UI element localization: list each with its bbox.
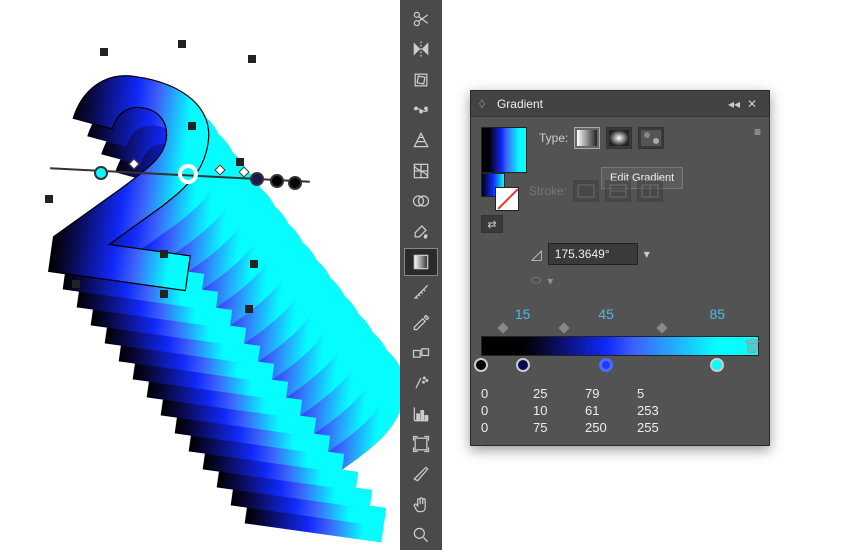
rgb-value: 79 xyxy=(585,386,619,401)
selection-handle[interactable] xyxy=(248,55,256,63)
angle-input[interactable] xyxy=(548,243,638,265)
rgb-value: 255 xyxy=(637,420,671,435)
toolbar xyxy=(400,0,442,550)
gradient-midpoint[interactable] xyxy=(656,322,667,333)
gradient-end[interactable] xyxy=(288,176,302,190)
selection-handle[interactable] xyxy=(72,280,80,288)
measure-tool[interactable] xyxy=(404,278,438,306)
zoom-tool[interactable] xyxy=(404,521,438,549)
fill-stroke-swatches[interactable] xyxy=(481,173,521,209)
freeform-gradient-button[interactable] xyxy=(638,127,664,149)
reverse-gradient-button[interactable]: ⇄ xyxy=(481,215,503,233)
stop-position-label: 85 xyxy=(710,306,726,322)
scissors-tool[interactable] xyxy=(404,5,438,33)
blend-tool[interactable] xyxy=(404,339,438,367)
gradient-slider[interactable]: 15 45 85 🗑 0 0 0 xyxy=(481,306,759,435)
gradient-stop[interactable] xyxy=(250,172,264,186)
gradient-stop[interactable] xyxy=(474,358,488,372)
delete-stop-button[interactable]: 🗑 xyxy=(743,338,761,355)
rgb-value: 0 xyxy=(481,386,515,401)
stroke-along-button xyxy=(605,180,631,202)
slice-tool[interactable] xyxy=(404,460,438,488)
stop-position-label: 15 xyxy=(515,306,531,322)
hand-tool[interactable] xyxy=(404,490,438,518)
gradient-stop[interactable] xyxy=(710,358,724,372)
panel-menu-button[interactable]: ≡ xyxy=(754,125,761,139)
mesh-tool[interactable] xyxy=(404,157,438,185)
column-graph-tool[interactable] xyxy=(404,399,438,427)
symbol-sprayer-tool[interactable] xyxy=(404,369,438,397)
aspect-dropdown: ▾ xyxy=(547,274,553,288)
gradient-stop[interactable] xyxy=(516,358,530,372)
stroke-label: Stroke: xyxy=(529,184,567,198)
linear-gradient-button[interactable] xyxy=(574,127,600,149)
stroke-within-button xyxy=(573,180,599,202)
free-transform-tool[interactable] xyxy=(404,66,438,94)
selection-handle[interactable] xyxy=(178,40,186,48)
rgb-value: 25 xyxy=(533,386,567,401)
canvas[interactable] xyxy=(0,0,400,550)
gradient-ramp[interactable] xyxy=(481,336,759,356)
selection-handle[interactable] xyxy=(100,48,108,56)
artwork-3d-number xyxy=(20,30,400,550)
gradient-midpoint[interactable] xyxy=(498,322,509,333)
panel-title: Gradient xyxy=(489,97,551,111)
gradient-panel: ◊ Gradient ◂◂ ✕ ≡ Type: Edit Gradient xyxy=(470,90,770,446)
selection-handle[interactable] xyxy=(245,305,253,313)
rgb-value: 75 xyxy=(533,420,567,435)
gradient-midpoint[interactable] xyxy=(559,322,570,333)
gradient-stop[interactable] xyxy=(270,174,284,188)
rgb-value: 10 xyxy=(533,403,567,418)
gradient-preview-swatch[interactable] xyxy=(481,127,527,173)
gradient-tool[interactable] xyxy=(404,248,438,276)
rgb-value: 253 xyxy=(637,403,671,418)
artboard-tool[interactable] xyxy=(404,430,438,458)
selection-handle[interactable] xyxy=(45,195,53,203)
stop-position-label: 45 xyxy=(598,306,614,322)
panel-close-button[interactable]: ✕ xyxy=(743,97,761,111)
aspect-icon: ⬭ xyxy=(531,273,541,288)
selection-handle[interactable] xyxy=(160,290,168,298)
panel-titlebar[interactable]: ◊ Gradient ◂◂ ✕ xyxy=(471,91,769,117)
rgb-value: 0 xyxy=(481,403,515,418)
reflect-tool[interactable] xyxy=(404,35,438,63)
panel-grip-icon: ◊ xyxy=(479,97,485,111)
angle-icon: ◿ xyxy=(531,246,542,263)
stroke-swatch[interactable] xyxy=(495,187,519,211)
gradient-stop-selected[interactable] xyxy=(599,358,613,372)
rgb-value: 5 xyxy=(637,386,671,401)
puppet-warp-tool[interactable] xyxy=(404,96,438,124)
gradient-origin[interactable] xyxy=(94,166,108,180)
selection-handle[interactable] xyxy=(236,158,244,166)
live-paint-tool[interactable] xyxy=(404,217,438,245)
perspective-tool[interactable] xyxy=(404,126,438,154)
radial-gradient-button[interactable] xyxy=(606,127,632,149)
type-label: Type: xyxy=(539,131,568,145)
rgb-value: 61 xyxy=(585,403,619,418)
angle-dropdown-icon[interactable]: ▾ xyxy=(644,247,650,261)
shape-builder-tool[interactable] xyxy=(404,187,438,215)
gradient-stop-selected[interactable] xyxy=(178,164,198,184)
panel-collapse-button[interactable]: ◂◂ xyxy=(725,97,743,111)
stroke-across-button xyxy=(637,180,663,202)
stop-rgb-values: 0 0 0 25 10 75 79 61 250 5 253 255 xyxy=(481,386,759,435)
rgb-value: 0 xyxy=(481,420,515,435)
selection-handle[interactable] xyxy=(160,250,168,258)
rgb-value: 250 xyxy=(585,420,619,435)
eyedropper-tool[interactable] xyxy=(404,308,438,336)
selection-handle[interactable] xyxy=(250,260,258,268)
selection-handle[interactable] xyxy=(188,122,196,130)
